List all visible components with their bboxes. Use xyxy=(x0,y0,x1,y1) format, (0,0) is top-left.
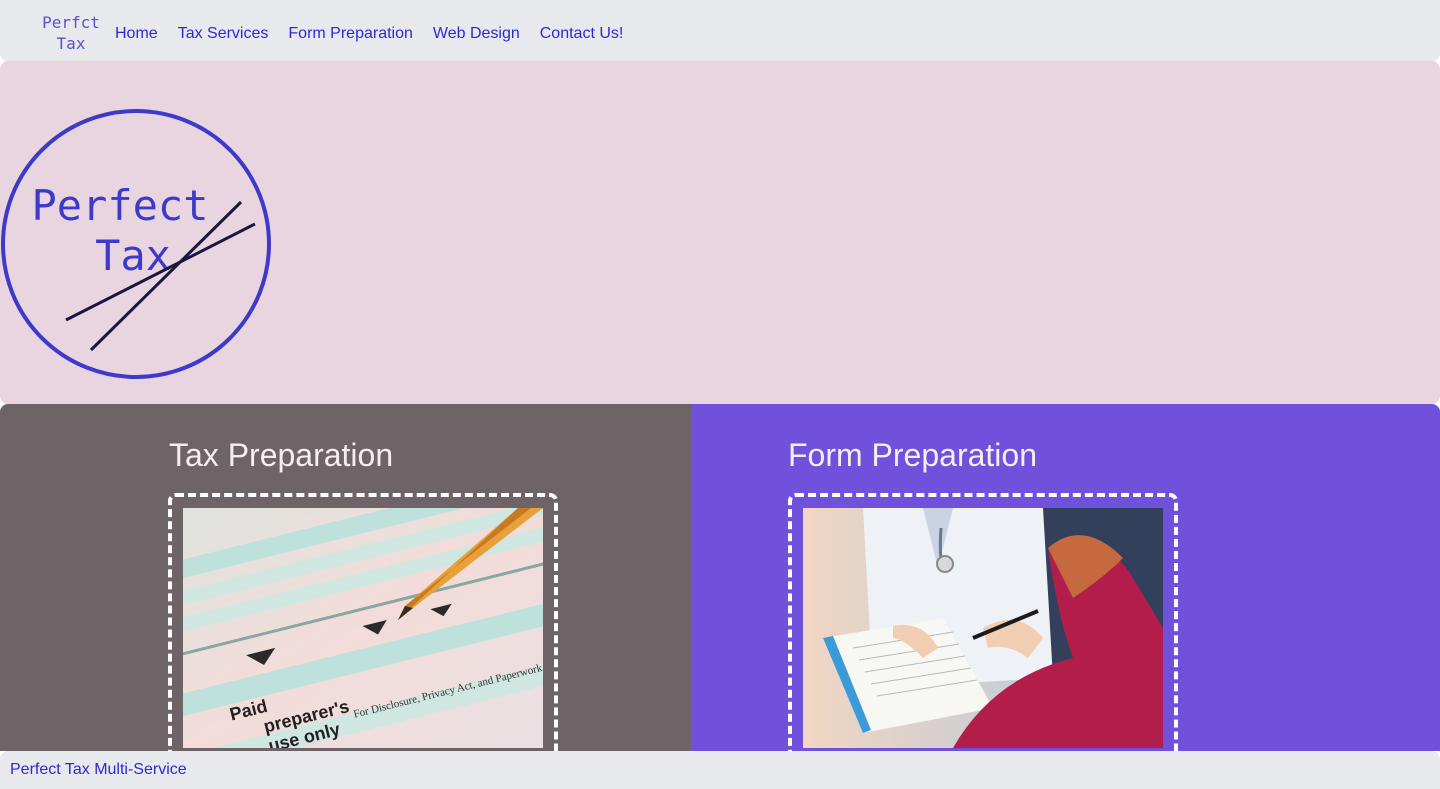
nav-link-tax-services[interactable]: Tax Services xyxy=(178,24,269,44)
nav-link-contact-us[interactable]: Contact Us! xyxy=(540,24,624,44)
brand-line1: Perfct xyxy=(42,13,100,32)
navbar-brand[interactable]: Perfct Tax xyxy=(40,12,102,54)
footer: Perfect Tax Multi-Service xyxy=(0,751,1440,789)
section-form-preparation: Form Preparation xyxy=(691,404,1440,751)
section-tax-preparation: Tax Preparation Paid preparer's use only xyxy=(0,404,691,751)
doctor-clipboard-photo xyxy=(803,508,1163,748)
footer-text: Perfect Tax Multi-Service xyxy=(10,761,187,778)
logo-text-line1: Perfect xyxy=(31,181,208,230)
perfect-tax-logo: Perfect Tax xyxy=(1,109,271,379)
brand-line2: Tax xyxy=(56,34,86,53)
section-title: Tax Preparation xyxy=(169,437,394,473)
tax-form-photo: Paid preparer's use only For Disclosure,… xyxy=(183,508,543,748)
nav-links: Home Tax Services Form Preparation Web D… xyxy=(115,24,643,44)
navbar: Perfct Tax Home Tax Services Form Prepar… xyxy=(0,0,1440,61)
nav-link-web-design[interactable]: Web Design xyxy=(433,24,520,44)
image-frame xyxy=(788,493,1178,751)
nav-link-form-preparation[interactable]: Form Preparation xyxy=(288,24,413,44)
section-title: Form Preparation xyxy=(788,437,1037,473)
image-frame: Paid preparer's use only For Disclosure,… xyxy=(168,493,558,751)
hero-banner: Perfect Tax xyxy=(0,61,1440,404)
nav-link-home[interactable]: Home xyxy=(115,24,158,44)
